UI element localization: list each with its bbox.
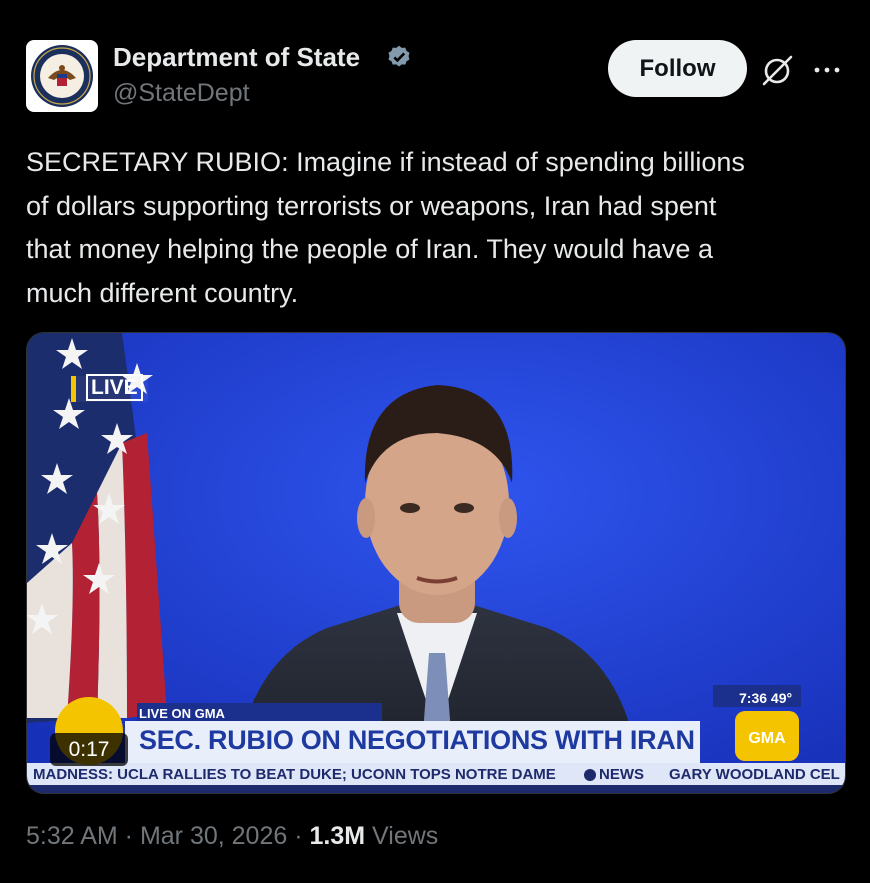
ticker-news: NEWS bbox=[599, 766, 644, 783]
views-count: 1.3M bbox=[309, 822, 366, 850]
more-icon[interactable] bbox=[812, 55, 842, 85]
grok-icon[interactable] bbox=[758, 50, 798, 90]
account-name[interactable]: Department of State bbox=[113, 42, 360, 73]
views-label: Views bbox=[372, 822, 439, 850]
gma-logo-text: GMA bbox=[748, 730, 786, 747]
tweet-meta: 5:32 AM · Mar 30, 2026 · 1.3M Views bbox=[26, 822, 439, 850]
verified-badge-icon bbox=[388, 45, 410, 67]
video-player[interactable]: GMA LIVE 7:36 49° LIVE ON GMA SEC. RUBIO… bbox=[26, 332, 846, 794]
follow-button[interactable]: Follow bbox=[608, 40, 747, 97]
news-ticker: MADNESS: UCLA RALLIES TO BEAT DUKE; UCON… bbox=[27, 765, 845, 785]
avatar[interactable] bbox=[26, 40, 98, 112]
tweet-text: SECRETARY RUBIO: Imagine if instead of s… bbox=[26, 147, 745, 308]
live-on-label: LIVE ON GMA bbox=[139, 706, 225, 721]
broadcast-clock: 7:36 49° bbox=[739, 690, 793, 706]
ticker-text-1: MADNESS: UCLA RALLIES TO BEAT DUKE; UCON… bbox=[33, 766, 556, 783]
account-handle[interactable]: @StateDept bbox=[113, 79, 250, 108]
tweet-date[interactable]: Mar 30, 2026 bbox=[140, 822, 287, 850]
tweet-time[interactable]: 5:32 AM bbox=[26, 822, 118, 850]
live-badge: LIVE bbox=[71, 374, 148, 402]
video-frame: GMA bbox=[27, 333, 845, 793]
ticker-text-2: GARY WOODLAND CEL bbox=[669, 766, 840, 783]
state-seal-icon bbox=[31, 45, 93, 107]
video-headline: SEC. RUBIO ON NEGOTIATIONS WITH IRAN bbox=[139, 725, 695, 755]
video-duration: 0:17 bbox=[50, 733, 128, 766]
